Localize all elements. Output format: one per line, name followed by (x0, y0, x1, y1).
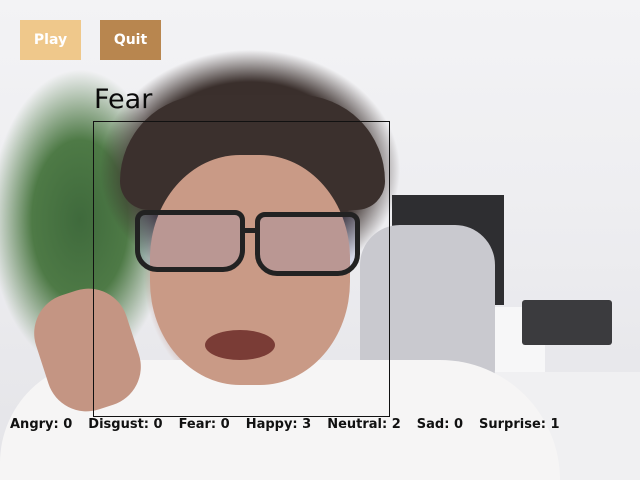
detected-emotion-label: Fear (94, 84, 153, 115)
count-fear: Fear: 0 (178, 417, 230, 432)
count-neutral: Neutral: 2 (327, 417, 401, 432)
count-sad: Sad: 0 (416, 417, 463, 432)
face-bounding-box (93, 121, 390, 417)
count-surprise: Surprise: 1 (479, 417, 560, 432)
background-printer (522, 300, 612, 345)
count-happy: Happy: 3 (245, 417, 312, 432)
count-angry: Angry: 0 (10, 417, 73, 432)
count-disgust: Disgust: 0 (88, 417, 163, 432)
play-button[interactable]: Play (20, 20, 81, 60)
quit-button[interactable]: Quit (100, 20, 161, 60)
emotion-counts-bar: Angry: 0 Disgust: 0 Fear: 0 Happy: 3 Neu… (10, 417, 560, 432)
